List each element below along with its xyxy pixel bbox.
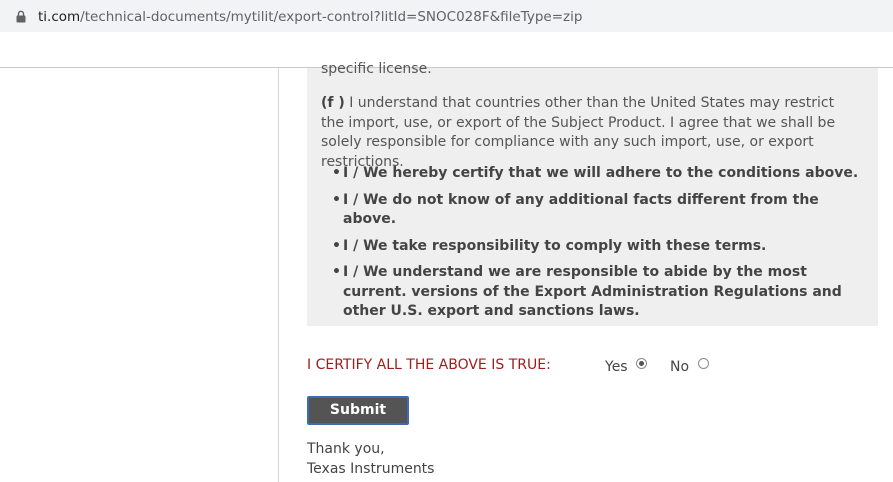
url-domain: ti.com xyxy=(38,9,81,25)
list-item: • I / We understand we are responsible to… xyxy=(332,263,872,322)
browser-address-bar[interactable]: ti.com/technical-documents/mytilit/expor… xyxy=(0,0,893,32)
list-item: • I / We do not know of any additional fa… xyxy=(332,191,872,230)
url-text[interactable]: ti.com/technical-documents/mytilit/expor… xyxy=(38,8,582,26)
bullet-icon: • xyxy=(332,191,341,208)
clause-f: (f ) I understand that countries other t… xyxy=(321,94,841,172)
yes-radio[interactable] xyxy=(636,358,647,369)
closing-line-1: Thank you, xyxy=(307,441,385,457)
radio-selected-dot xyxy=(639,361,644,366)
lock-icon[interactable] xyxy=(16,10,26,23)
no-radio[interactable] xyxy=(698,358,709,369)
closing-text: Thank you, Texas Instruments xyxy=(307,440,434,479)
url-path: /technical-documents/mytilit/export-cont… xyxy=(80,9,583,25)
clause-f-label: (f ) xyxy=(321,95,345,111)
list-item-text: I / We hereby certify that we will adher… xyxy=(343,165,859,181)
list-item: • I / We hereby certify that we will adhe… xyxy=(332,164,872,184)
submit-button[interactable]: Submit xyxy=(307,396,409,425)
bullet-icon: • xyxy=(332,264,341,280)
clause-f-text: I understand that countries other than t… xyxy=(321,95,836,170)
list-item-text: I / We take responsibility to comply wit… xyxy=(343,237,767,254)
certify-label: I CERTIFY ALL THE ABOVE IS TRUE: xyxy=(307,357,551,373)
left-column-divider xyxy=(278,68,279,482)
yes-label[interactable]: Yes xyxy=(605,358,628,377)
list-item-text: I / We do not know of any additional fac… xyxy=(343,191,819,228)
no-label[interactable]: No xyxy=(670,358,689,377)
bullet-icon: • xyxy=(332,237,341,254)
closing-line-2: Texas Instruments xyxy=(307,460,435,477)
list-item-text: I / We understand we are responsible to … xyxy=(343,264,842,319)
list-item: • I / We take responsibility to comply wi… xyxy=(332,237,872,257)
clipped-text: specific license. xyxy=(321,61,432,77)
certification-list: • I / We hereby certify that we will adhe… xyxy=(332,164,872,329)
bullet-icon: • xyxy=(332,165,341,181)
